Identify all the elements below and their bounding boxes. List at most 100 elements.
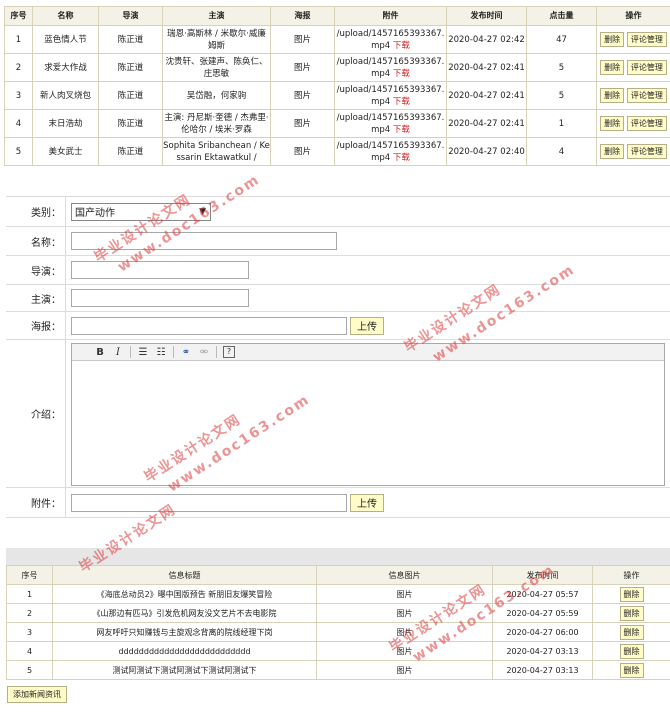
attachment-cell: /upload/1457165393367.mp4 下载 [334, 81, 447, 110]
row-number: 4 [4, 109, 33, 138]
attachment-row: 附件： 上传 [6, 488, 670, 518]
download-link[interactable]: 下载 [393, 97, 410, 107]
delete-button[interactable]: 删除 [600, 144, 625, 159]
table-row: 5 美女武士 陈正道 Sophita Sribanchean / Kessari… [4, 137, 670, 166]
download-link[interactable]: 下载 [393, 69, 410, 79]
click-count: 1 [526, 109, 597, 138]
poster-link[interactable]: 图片 [270, 81, 335, 110]
poster-link[interactable]: 图片 [270, 137, 335, 166]
col-header: 序号 [6, 565, 53, 585]
link-icon[interactable]: ⚭ [180, 347, 192, 358]
download-link[interactable]: 下载 [393, 41, 410, 51]
comment-manage-button[interactable]: 评论管理 [626, 32, 667, 47]
unlink-icon[interactable]: ⚮ [198, 347, 210, 358]
cast-row: 主演： [6, 285, 670, 312]
attachment-path: /upload/1457165393367.mp4 [336, 112, 445, 135]
news-title: 《海底总动员2》曝中国版预告 新朋旧友爆笑冒险 [52, 584, 317, 604]
publish-time: 2020-04-27 03:13 [492, 641, 593, 661]
table-row: 1 蓝色情人节 陈正道 瑞恩·高斯林 / 米歇尔·威廉姆斯 图片 /upload… [4, 25, 670, 54]
italic-button[interactable]: I [112, 347, 124, 358]
delete-button[interactable]: 删除 [619, 643, 644, 659]
actions-cell: 删除 [592, 603, 670, 623]
news-image-link[interactable]: 图片 [316, 660, 493, 680]
help-icon[interactable]: ? [223, 346, 235, 358]
col-header: 名称 [32, 6, 99, 26]
comment-manage-button[interactable]: 评论管理 [626, 88, 667, 103]
delete-button[interactable]: 删除 [619, 586, 644, 602]
delete-button[interactable]: 删除 [619, 605, 644, 621]
table-row: 1 《海底总动员2》曝中国版预告 新朋旧友爆笑冒险 图片 2020-04-27 … [6, 584, 670, 604]
download-link[interactable]: 下载 [393, 125, 410, 135]
movie-director: 陈正道 [98, 25, 163, 54]
movie-table: 序号 名称 导演 主演 海报 附件 发布时间 点击量 操作 1 蓝色情人节 陈正… [4, 6, 670, 166]
news-title: dddddddddddddddddddddddddd [52, 641, 317, 661]
col-header: 信息图片 [316, 565, 493, 585]
name-label: 名称： [6, 227, 66, 255]
comment-manage-button[interactable]: 评论管理 [626, 60, 667, 75]
add-news-button[interactable]: 添加新闻资讯 [7, 686, 67, 703]
movie-director: 陈正道 [98, 109, 163, 138]
delete-button[interactable]: 删除 [619, 662, 644, 678]
director-input[interactable] [71, 261, 249, 279]
attachment-path: /upload/1457165393367.mp4 [336, 84, 445, 107]
attachment-path: /upload/1457165393367.mp4 [336, 28, 445, 51]
row-number: 5 [4, 137, 33, 166]
unordered-list-icon[interactable]: ☷ [155, 347, 167, 358]
actions-cell: 删除 评论管理 [596, 25, 670, 54]
download-link[interactable]: 下载 [393, 153, 410, 163]
col-header: 操作 [592, 565, 670, 585]
news-title: 网友呼吁只知赚钱与主旋观念背离的院线经理下岗 [52, 622, 317, 642]
attachment-input[interactable] [71, 493, 347, 512]
poster-upload-button[interactable]: 上传 [350, 316, 384, 335]
actions-cell: 删除 评论管理 [596, 109, 670, 138]
delete-button[interactable]: 删除 [619, 624, 644, 640]
row-number: 5 [6, 660, 53, 680]
movie-cast: 吴岱融，何家驹 [162, 81, 271, 110]
delete-button[interactable]: 删除 [600, 116, 625, 131]
bold-button[interactable]: B [94, 347, 106, 358]
publish-time: 2020-04-27 02:41 [446, 81, 527, 110]
category-label: 类别： [6, 197, 66, 226]
actions-cell: 删除 [592, 584, 670, 604]
poster-input[interactable] [71, 316, 347, 335]
actions-cell: 删除 评论管理 [596, 81, 670, 110]
click-count: 5 [526, 53, 597, 82]
attachment-cell: /upload/1457165393367.mp4 下载 [334, 137, 447, 166]
actions-cell: 删除 评论管理 [596, 137, 670, 166]
col-header: 操作 [596, 6, 670, 26]
delete-button[interactable]: 删除 [600, 60, 625, 75]
poster-link[interactable]: 图片 [270, 109, 335, 138]
table-row: 2 求爱大作战 陈正道 沈贵轩、张建声、陈奂仁、庄思敏 图片 /upload/1… [4, 53, 670, 82]
movie-director: 陈正道 [98, 81, 163, 110]
attachment-upload-button[interactable]: 上传 [350, 493, 384, 512]
category-row: 类别： 国产动作 ▼ [6, 197, 670, 227]
poster-link[interactable]: 图片 [270, 53, 335, 82]
toolbar-divider [173, 346, 174, 358]
intro-row: 介绍： B I ☰ ☷ ⚭ ⚮ ? [6, 340, 670, 488]
publish-time: 2020-04-27 06:00 [492, 622, 593, 642]
click-count: 4 [526, 137, 597, 166]
actions-cell: 删除 [592, 641, 670, 661]
col-header: 附件 [334, 6, 447, 26]
ordered-list-icon[interactable]: ☰ [137, 347, 149, 358]
row-number: 3 [6, 622, 53, 642]
delete-button[interactable]: 删除 [600, 32, 625, 47]
delete-button[interactable]: 删除 [600, 88, 625, 103]
row-number: 2 [4, 53, 33, 82]
movie-cast: 主演: 丹尼斯·奎德 / 杰弗里·伦哈尔 / 埃米·罗森 [162, 109, 271, 138]
row-number: 4 [6, 641, 53, 661]
news-title: 《山那边有匹马》引发危机网友没文艺片不去电影院 [52, 603, 317, 623]
row-number: 1 [4, 25, 33, 54]
comment-manage-button[interactable]: 评论管理 [626, 144, 667, 159]
movie-name: 新人肉叉烧包 [32, 81, 99, 110]
comment-manage-button[interactable]: 评论管理 [626, 116, 667, 131]
cast-input[interactable] [71, 289, 249, 307]
click-count: 5 [526, 81, 597, 110]
poster-link[interactable]: 图片 [270, 25, 335, 54]
news-title: 测试阿测试下测试阿测试下测试阿测试下 [52, 660, 317, 680]
col-header: 发布时间 [446, 6, 527, 26]
toolbar-divider [216, 346, 217, 358]
movie-name: 蓝色情人节 [32, 25, 99, 54]
row-number: 2 [6, 603, 53, 623]
actions-cell: 删除 [592, 660, 670, 680]
